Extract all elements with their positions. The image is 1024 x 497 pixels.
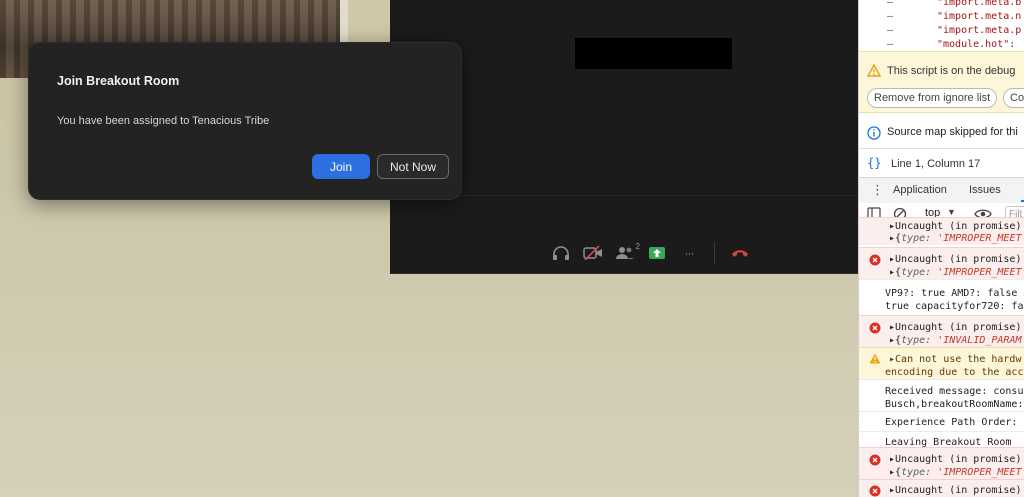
object-key: type: <box>901 233 932 244</box>
toolbar-divider <box>714 242 715 264</box>
error-icon <box>869 322 881 334</box>
warning-icon <box>867 64 881 77</box>
message-text: Busch,breakoutRoomName: <box>885 399 1024 410</box>
background-strip <box>348 0 390 42</box>
console-error-message[interactable]: ▸Uncaught (in promise) ▸{type: 'IMPROPER… <box>859 247 1024 279</box>
console-messages: ▸Uncaught (in promise) ▸{type: 'IMPROPER… <box>859 217 1024 497</box>
ignore-list-warning: This script is on the debug Remove from … <box>859 51 1024 113</box>
more-options-icon[interactable]: ··· <box>678 242 700 264</box>
console-log-message[interactable]: Received message: consu Busch,breakoutRo… <box>859 379 1024 411</box>
object-key: type: <box>901 335 932 346</box>
diff-minus: – <box>887 39 894 50</box>
diff-minus: – <box>887 0 894 8</box>
message-text: Can not use the hardw <box>895 354 1022 365</box>
chevron-down-icon: ▼ <box>947 207 956 217</box>
leave-meeting-icon[interactable] <box>729 242 751 264</box>
console-error-message[interactable]: ▸Uncaught (in promise) ▸{type: 'INVALID_… <box>859 315 1024 347</box>
drawer-tabs: ⋮ Application Issues <box>859 177 1024 204</box>
console-log-message[interactable]: VP9?: true AMD?: false A true capacityfo… <box>859 279 1024 315</box>
code-text: "import.meta.p <box>937 25 1022 36</box>
warning-text: This script is on the debug <box>887 65 1016 77</box>
error-icon <box>869 454 881 466</box>
message-text: Uncaught (in promise) <box>895 221 1022 232</box>
console-log-message[interactable]: Experience Path Order: 1 <box>859 411 1024 431</box>
message-text: Received message: consu <box>885 386 1024 397</box>
code-text: "import.meta.n <box>937 11 1022 22</box>
tab-issues[interactable]: Issues <box>969 184 1001 196</box>
console-warning-message[interactable]: ▸Can not use the hardw encoding due to t… <box>859 347 1024 379</box>
dialog-title: Join Breakout Room <box>57 74 180 88</box>
info-icon <box>867 126 881 140</box>
message-text: Uncaught (in promise) <box>895 454 1022 465</box>
diff-minus: – <box>887 25 894 36</box>
object-value: 'IMPROPER_MEET <box>937 467 1022 478</box>
console-error-message[interactable]: ▸Uncaught (in promise) <box>859 479 1024 497</box>
not-now-button[interactable]: Not Now <box>377 154 449 179</box>
object-value: 'IMPROPER_MEET <box>937 233 1022 244</box>
tab-application[interactable]: Application <box>893 184 947 196</box>
error-icon <box>869 485 881 497</box>
expand-arrow-icon[interactable]: ▸ <box>889 267 895 278</box>
message-text: encoding due to the acc <box>885 367 1024 378</box>
devtools-panel: – "import.meta.b – "import.meta.n – "imp… <box>858 0 1024 497</box>
code-text: "import.meta.b <box>937 0 1022 8</box>
expand-arrow-icon[interactable]: ▸ <box>889 335 895 346</box>
object-key: type: <box>901 467 932 478</box>
join-breakout-room-dialog: Join Breakout Room You have been assigne… <box>28 42 462 200</box>
cursor-position-bar: {} Line 1, Column 17 <box>859 152 1024 177</box>
code-text: "module.hot": <box>937 39 1016 50</box>
participants-count: 2 <box>635 242 640 251</box>
expand-arrow-icon[interactable]: ▸ <box>889 233 895 244</box>
participants-icon[interactable]: 2 <box>614 242 640 264</box>
message-text: Experience Path Order: 1 <box>885 417 1024 428</box>
meeting-toolbar: 2 ··· <box>550 240 751 266</box>
cursor-position: Line 1, Column 17 <box>891 158 981 170</box>
message-text: Uncaught (in promise) <box>895 322 1022 333</box>
config-button[interactable]: Con <box>1003 88 1024 108</box>
console-error-message[interactable]: ▸Uncaught (in promise) ▸{type: 'IMPROPER… <box>859 447 1024 479</box>
error-icon <box>869 254 881 266</box>
source-map-text: Source map skipped for thi <box>887 126 1018 138</box>
message-text: true capacityfor720: fa <box>885 301 1024 312</box>
video-off-icon[interactable] <box>582 242 604 264</box>
message-text: VP9?: true AMD?: false A <box>885 288 1024 299</box>
message-text: Uncaught (in promise) <box>895 254 1022 265</box>
dialog-message: You have been assigned to Tenacious Trib… <box>57 115 270 127</box>
share-screen-icon[interactable] <box>646 242 668 264</box>
expand-arrow-icon[interactable]: ▸ <box>889 467 895 478</box>
more-options-label: ··· <box>684 246 695 260</box>
headphones-icon[interactable] <box>550 242 572 264</box>
message-text: Uncaught (in promise) <box>895 485 1022 496</box>
object-value: 'INVALID_PARAM <box>937 335 1022 346</box>
console-error-message[interactable]: ▸Uncaught (in promise) ▸{type: 'IMPROPER… <box>859 217 1024 245</box>
zoom-divider <box>390 195 858 196</box>
source-map-info: Source map skipped for thi <box>859 118 1024 149</box>
drawer-menu-icon[interactable]: ⋮ <box>871 182 884 198</box>
remove-from-ignore-list-button[interactable]: Remove from ignore list <box>867 88 998 108</box>
join-button[interactable]: Join <box>312 154 370 179</box>
object-value: 'IMPROPER_MEET <box>937 267 1022 278</box>
object-key: type: <box>901 267 932 278</box>
curly-braces-icon[interactable]: {} <box>867 156 881 170</box>
warning-icon <box>869 353 881 364</box>
diff-minus: – <box>887 11 894 22</box>
video-tile <box>575 38 732 69</box>
source-code-view: – "import.meta.b – "import.meta.n – "imp… <box>859 0 1024 50</box>
